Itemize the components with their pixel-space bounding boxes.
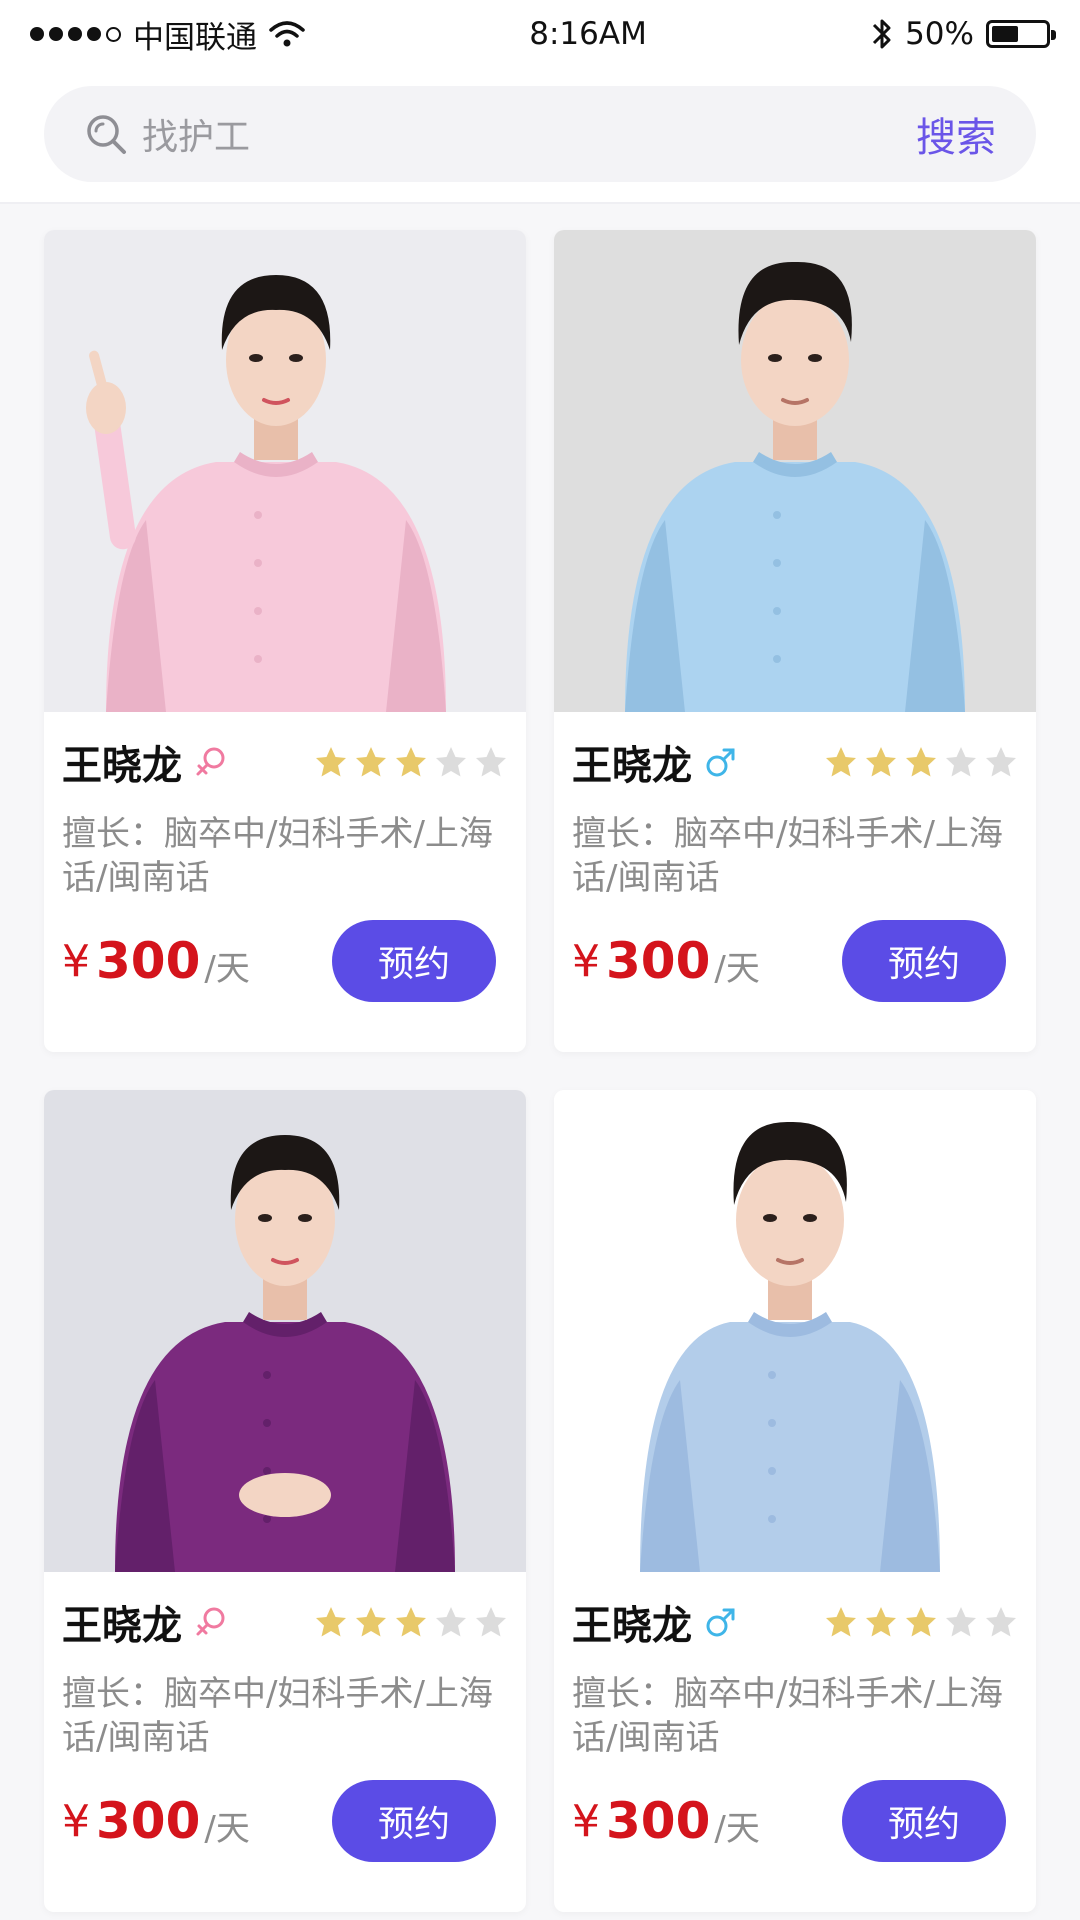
- app-screen: 中国联通 8:16AM 50% 找护工 搜索 王晓龙 擅长：脑卒中/妇科手术/上…: [0, 0, 1080, 1920]
- signal-icon: [30, 26, 121, 42]
- price-row: ¥ 300 /天 预约: [62, 1778, 496, 1864]
- caregiver-portrait-image: [44, 1090, 526, 1572]
- caregiver-info: 王晓龙 擅长：脑卒中/妇科手术/上海话/闽南话 ¥ 300 /天 预约: [554, 712, 1036, 1052]
- male-icon: [706, 1608, 735, 1637]
- price-value: 300: [606, 932, 711, 990]
- star-filled-icon: [866, 1607, 896, 1637]
- status-right: 50%: [871, 16, 1056, 52]
- rating-stars: [314, 745, 508, 779]
- star-filled-icon: [356, 1607, 386, 1637]
- price-unit: /天: [204, 1808, 250, 1849]
- star-filled-icon: [316, 1607, 346, 1637]
- price-currency: ¥: [62, 935, 90, 987]
- star-filled-icon: [396, 1607, 426, 1637]
- star-filled-icon: [826, 747, 856, 777]
- star-empty-icon: [946, 1607, 976, 1637]
- caregiver-info: 王晓龙 擅长：脑卒中/妇科手术/上海话/闽南话 ¥ 300 /天 预约: [44, 1572, 526, 1912]
- battery-icon: [985, 20, 1056, 48]
- name-row: 王晓龙: [62, 1572, 508, 1672]
- caregiver-photo: [44, 230, 526, 712]
- search-input[interactable]: 找护工 搜索: [44, 86, 1036, 182]
- female-icon: [196, 1607, 225, 1636]
- price-unit: /天: [204, 948, 250, 989]
- caregiver-skills: 擅长：脑卒中/妇科手术/上海话/闽南话: [572, 1674, 1003, 1758]
- caregiver-name: 王晓龙: [62, 743, 182, 789]
- star-filled-icon: [356, 747, 386, 777]
- search-header: 找护工 搜索: [0, 68, 1080, 204]
- caregiver-name: 王晓龙: [62, 1603, 182, 1649]
- caregiver-card-1[interactable]: 王晓龙 擅长：脑卒中/妇科手术/上海话/闽南话 ¥ 300 /天 预约: [44, 230, 526, 1052]
- name-row: 王晓龙: [572, 1572, 1018, 1672]
- caregiver-card-3[interactable]: 王晓龙 擅长：脑卒中/妇科手术/上海话/闽南话 ¥ 300 /天 预约: [44, 1090, 526, 1912]
- caregiver-portrait-image: [44, 230, 526, 712]
- caregiver-skills: 擅长：脑卒中/妇科手术/上海话/闽南话: [62, 1674, 493, 1758]
- price-unit: /天: [714, 948, 760, 989]
- battery-percent: 50%: [905, 16, 974, 52]
- male-icon: [706, 748, 735, 777]
- star-filled-icon: [906, 747, 936, 777]
- star-empty-icon: [986, 1607, 1016, 1637]
- price-value: 300: [96, 932, 201, 990]
- book-button[interactable]: 预约: [332, 1780, 496, 1862]
- status-time: 8:16AM: [529, 16, 647, 52]
- caregiver-portrait-image: [554, 1090, 1036, 1572]
- book-button[interactable]: 预约: [842, 920, 1006, 1002]
- star-empty-icon: [476, 747, 506, 777]
- wifi-icon: [269, 21, 305, 47]
- price-value: 300: [606, 1792, 711, 1850]
- price-row: ¥ 300 /天 预约: [572, 1778, 1006, 1864]
- star-filled-icon: [906, 1607, 936, 1637]
- star-empty-icon: [436, 747, 466, 777]
- price-unit: /天: [714, 1808, 760, 1849]
- star-filled-icon: [396, 747, 426, 777]
- rating-stars: [824, 745, 1018, 779]
- price-value: 300: [96, 1792, 201, 1850]
- caregiver-card-2[interactable]: 王晓龙 擅长：脑卒中/妇科手术/上海话/闽南话 ¥ 300 /天 预约: [554, 230, 1036, 1052]
- star-filled-icon: [866, 747, 896, 777]
- star-empty-icon: [476, 1607, 506, 1637]
- caregiver-name: 王晓龙: [572, 743, 692, 789]
- price-row: ¥ 300 /天 预约: [572, 918, 1006, 1004]
- caregiver-photo: [554, 230, 1036, 712]
- price-currency: ¥: [572, 1795, 600, 1847]
- caregiver-portrait-image: [554, 230, 1036, 712]
- book-button[interactable]: 预约: [332, 920, 496, 1002]
- book-button[interactable]: 预约: [842, 1780, 1006, 1862]
- price-currency: ¥: [62, 1795, 90, 1847]
- caregiver-skills: 擅长：脑卒中/妇科手术/上海话/闽南话: [572, 814, 1003, 898]
- star-empty-icon: [436, 1607, 466, 1637]
- name-row: 王晓龙: [572, 712, 1018, 812]
- price-row: ¥ 300 /天 预约: [62, 918, 496, 1004]
- caregiver-photo: [44, 1090, 526, 1572]
- rating-stars: [314, 1605, 508, 1639]
- star-filled-icon: [316, 747, 346, 777]
- name-row: 王晓龙: [62, 712, 508, 812]
- search-icon: [87, 115, 126, 154]
- bluetooth-icon: [873, 19, 891, 49]
- star-empty-icon: [946, 747, 976, 777]
- star-filled-icon: [826, 1607, 856, 1637]
- status-left: 中国联通: [30, 12, 305, 57]
- caregiver-info: 王晓龙 擅长：脑卒中/妇科手术/上海话/闽南话 ¥ 300 /天 预约: [44, 712, 526, 1052]
- caregiver-skills: 擅长：脑卒中/妇科手术/上海话/闽南话: [62, 814, 493, 898]
- star-empty-icon: [986, 747, 1016, 777]
- caregiver-name: 王晓龙: [572, 1603, 692, 1649]
- caregiver-info: 王晓龙 擅长：脑卒中/妇科手术/上海话/闽南话 ¥ 300 /天 预约: [554, 1572, 1036, 1912]
- status-bar: 中国联通 8:16AM 50%: [0, 0, 1080, 68]
- search-placeholder: 找护工: [142, 117, 251, 158]
- price-currency: ¥: [572, 935, 600, 987]
- caregiver-card-4[interactable]: 王晓龙 擅长：脑卒中/妇科手术/上海话/闽南话 ¥ 300 /天 预约: [554, 1090, 1036, 1912]
- rating-stars: [824, 1605, 1018, 1639]
- female-icon: [196, 747, 225, 776]
- carrier-label: 中国联通: [133, 19, 257, 56]
- caregiver-photo: [554, 1090, 1036, 1572]
- battery-level: [991, 26, 1018, 42]
- search-button[interactable]: 搜索: [916, 105, 996, 163]
- caregiver-grid: 王晓龙 擅长：脑卒中/妇科手术/上海话/闽南话 ¥ 300 /天 预约 王晓龙 …: [44, 230, 1036, 1912]
